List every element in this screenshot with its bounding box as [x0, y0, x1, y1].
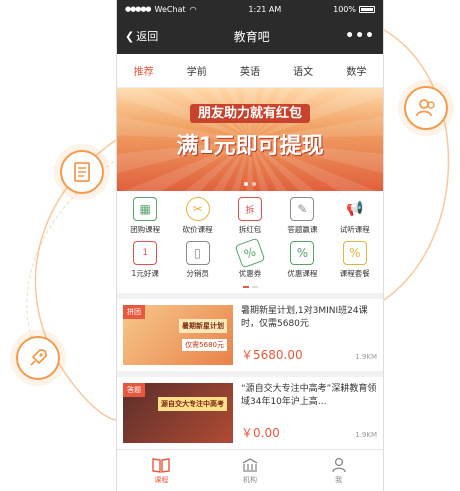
grid-label: 分销员: [186, 269, 209, 278]
status-bar: ●●●●● WeChat ◠ 1:21 AM 100%: [117, 0, 383, 18]
course-title: “源自交大专注中高考”深耕教育领域34年10年沪上高...: [241, 384, 377, 407]
grid-item-package[interactable]: % 课程套餐: [329, 241, 381, 279]
course-title: 暑期新星计划,1对3MINI班24课时，仅需5680元: [241, 306, 368, 329]
users-icon: [404, 86, 448, 130]
grid-item-group-course[interactable]: ▦ 团购课程: [119, 197, 171, 235]
course-price: ￥5680.00: [241, 348, 303, 362]
grid-item-distributor[interactable]: ▯ 分销员: [171, 241, 223, 279]
banner-headline: 朋友助力就有红包: [189, 104, 310, 123]
course-thumbnail: 答题 源自交大专注中高考: [123, 383, 233, 443]
tab-preschool[interactable]: 学前: [181, 55, 213, 86]
grid-item-one-yuan[interactable]: 1 1元好课: [119, 241, 171, 279]
bargain-icon: ✂: [185, 197, 210, 221]
more-menu-button[interactable]: •••: [345, 28, 375, 44]
grid-item-trial[interactable]: 📢 试听课程: [329, 197, 381, 235]
card-tag: 答题: [123, 383, 145, 397]
course-distance: 1.9KM: [355, 353, 377, 361]
tabbar-item-me[interactable]: 我: [294, 450, 383, 491]
course-card[interactable]: 拼团 暑期新星计划 仅需5680元 暑期新星计划,1对3MINI班24课时，仅需…: [117, 299, 383, 371]
grid-label: 优惠课程: [287, 269, 318, 278]
one-yuan-icon: 1: [133, 241, 158, 265]
trial-icon: 📢: [346, 201, 364, 217]
grid-label: 优惠券: [238, 269, 262, 278]
course-card[interactable]: 答题 源自交大专注中高考 “源自交大专注中高考”深耕教育领域34年10年沪上高.…: [117, 377, 383, 449]
chevron-left-icon: ❮: [125, 29, 135, 43]
nav-bar: ❮ 返回 教育吧 •••: [117, 18, 383, 54]
tabbar-item-institutions[interactable]: 机构: [206, 450, 295, 491]
grid-pager: [117, 281, 383, 293]
thumbnail-caption: 暑期新星计划: [179, 319, 227, 333]
coupon-icon: %: [234, 237, 266, 269]
grid-label: 课程套餐: [339, 269, 370, 278]
tabbar-label: 我: [335, 475, 343, 484]
clock: 1:21 AM: [248, 4, 282, 14]
category-tabs: 推荐 学前 英语 语文 数学: [117, 54, 383, 88]
grid-item-bargain[interactable]: ✂ 砍价课程: [171, 197, 223, 235]
document-icon: [60, 150, 104, 194]
tabbar-item-courses[interactable]: 课程: [117, 450, 206, 491]
person-icon: [332, 457, 346, 472]
group-course-icon: ▦: [133, 197, 158, 221]
tab-recommended[interactable]: 推荐: [128, 55, 160, 86]
tab-chinese[interactable]: 语文: [287, 55, 319, 86]
grid-label: 团购课程: [130, 225, 161, 234]
promo-stage: ●●●●● WeChat ◠ 1:21 AM 100% ❮ 返回 教育吧 •••…: [0, 0, 460, 491]
grid-item-discount-course[interactable]: % 优惠课程: [276, 241, 328, 279]
tabbar-label: 课程: [154, 475, 169, 484]
page-title: 教育吧: [233, 29, 270, 44]
thumbnail-price: 仅需5680元: [182, 339, 227, 351]
feature-grid: ▦ 团购课程 ✂ 砍价课程 拆拆红包 ✎ 答题赢课 📢 试听课程 1 1元好课 ▯ 分销员 …: [117, 191, 383, 281]
battery-label: 100%: [333, 4, 356, 14]
tab-english[interactable]: 英语: [234, 55, 266, 86]
grid-item-coupon[interactable]: % 优惠券: [224, 237, 276, 279]
grid-item-red-packet[interactable]: 拆拆红包: [224, 197, 276, 235]
package-icon: %: [342, 241, 367, 265]
course-distance: 1.9KM: [355, 431, 377, 439]
course-price: ￥0.00: [241, 426, 280, 440]
battery-indicator: 100%: [333, 5, 375, 14]
institution-icon: [242, 457, 258, 472]
card-tag: 拼团: [123, 305, 145, 319]
promo-banner[interactable]: 朋友助力就有红包 满1元即可提现: [117, 88, 383, 191]
book-icon: [152, 457, 171, 473]
carrier-label: WeChat: [154, 4, 186, 14]
bottom-tab-bar: 课程 机构 我: [117, 449, 383, 491]
grid-label: 砍价课程: [182, 225, 213, 234]
banner-pager: [117, 182, 383, 186]
wifi-icon: ◠: [189, 4, 197, 14]
signal-icon: ●●●●●: [125, 5, 152, 13]
distributor-icon: ▯: [185, 241, 210, 265]
discount-course-icon: %: [290, 241, 315, 265]
banner-subheadline: 满1元即可提现: [176, 134, 324, 159]
tab-math[interactable]: 数学: [340, 55, 372, 86]
course-thumbnail: 拼团 暑期新星计划 仅需5680元: [123, 305, 233, 365]
grid-label: 答题赢课: [287, 225, 318, 234]
quiz-icon: ✎: [290, 197, 315, 221]
back-label: 返回: [136, 30, 159, 43]
back-button[interactable]: ❮ 返回: [125, 28, 158, 44]
grid-label: 1元好课: [131, 269, 159, 278]
red-packet-icon: 拆: [237, 197, 262, 221]
rocket-icon: [16, 336, 60, 380]
grid-item-quiz[interactable]: ✎ 答题赢课: [276, 197, 328, 235]
thumbnail-caption: 源自交大专注中高考: [158, 397, 227, 411]
grid-label: 拆红包: [238, 225, 262, 234]
grid-label: 试听课程: [339, 225, 370, 234]
tabbar-label: 机构: [243, 475, 257, 484]
battery-icon: [358, 5, 375, 13]
phone-screen: ●●●●● WeChat ◠ 1:21 AM 100% ❮ 返回 教育吧 •••…: [116, 0, 384, 491]
